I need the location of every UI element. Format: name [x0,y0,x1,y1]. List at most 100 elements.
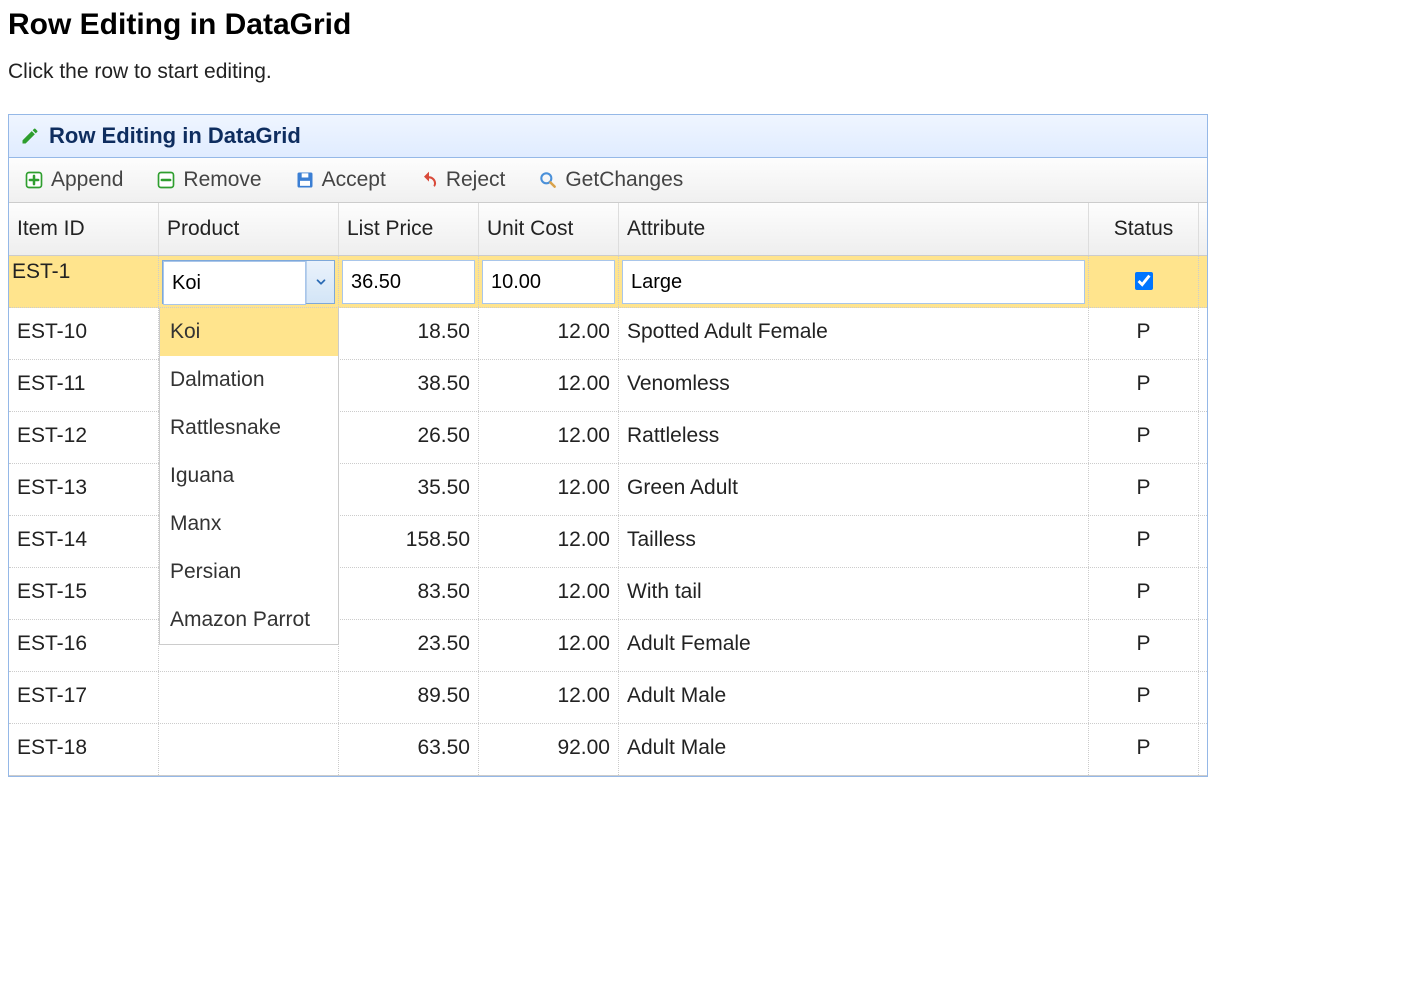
panel-title: Row Editing in DataGrid [49,123,301,149]
cell-attribute: Adult Male [619,724,1089,775]
cell-product-editor [159,256,339,307]
grid-row[interactable]: EST-18 63.50 92.00 Adult Male P [9,724,1207,776]
reject-button[interactable]: Reject [412,164,512,196]
cell-unitcost: 12.00 [479,516,619,567]
product-dropdown-panel: Koi Dalmation Rattlesnake Iguana Manx Pe… [159,308,339,645]
cell-status: P [1089,620,1199,671]
cell-itemid: EST-13 [9,464,159,515]
edit-icon [19,125,41,147]
dropdown-option[interactable]: Koi [160,308,338,356]
cell-unitcost: 92.00 [479,724,619,775]
page-instructions: Click the row to start editing. [8,60,1404,84]
cell-unitcost: 12.00 [479,568,619,619]
cell-unitcost-editor [479,256,619,307]
dropdown-option[interactable]: Persian [160,548,338,596]
cell-itemid: EST-10 [9,308,159,359]
toolbar: Append Remove Accept [9,158,1207,203]
cell-attribute: Adult Male [619,672,1089,723]
cell-product [159,672,339,723]
add-icon [23,169,45,191]
unitcost-input[interactable] [482,260,615,304]
cell-unitcost: 12.00 [479,672,619,723]
append-label: Append [51,168,123,192]
getchanges-label: GetChanges [565,168,683,192]
cell-listprice: 89.50 [339,672,479,723]
status-checkbox[interactable] [1135,272,1153,290]
cell-listprice: 18.50 [339,308,479,359]
cell-listprice: 63.50 [339,724,479,775]
cell-itemid: EST-12 [9,412,159,463]
cell-listprice: 26.50 [339,412,479,463]
col-header-product[interactable]: Product [159,203,339,255]
cell-attribute: Green Adult [619,464,1089,515]
cell-attribute: Venomless [619,360,1089,411]
cell-attribute: Rattleless [619,412,1089,463]
grid-row[interactable]: EST-17 89.50 12.00 Adult Male P [9,672,1207,724]
cell-itemid: EST-17 [9,672,159,723]
cell-listprice: 158.50 [339,516,479,567]
dropdown-option[interactable]: Manx [160,500,338,548]
cell-status-editor [1089,256,1199,307]
cell-listprice: 83.50 [339,568,479,619]
cell-unitcost: 12.00 [479,308,619,359]
dropdown-option[interactable]: Dalmation [160,356,338,404]
col-header-attribute[interactable]: Attribute [619,203,1089,255]
cell-itemid: EST-18 [9,724,159,775]
cell-status: P [1089,412,1199,463]
grid-body: EST-1 [9,256,1207,776]
cell-attribute: Spotted Adult Female [619,308,1089,359]
accept-label: Accept [322,168,386,192]
attribute-input[interactable] [622,260,1085,304]
cell-unitcost: 12.00 [479,464,619,515]
cell-listprice-editor [339,256,479,307]
cell-itemid: EST-11 [9,360,159,411]
cell-itemid: EST-1 [9,256,159,307]
cell-attribute: Adult Female [619,620,1089,671]
reject-label: Reject [446,168,506,192]
page-heading: Row Editing in DataGrid [8,8,1404,42]
col-header-itemid[interactable]: Item ID [9,203,159,255]
grid-header-row: Item ID Product List Price Unit Cost Att… [9,203,1207,256]
dropdown-option[interactable]: Rattlesnake [160,404,338,452]
accept-button[interactable]: Accept [288,164,392,196]
dropdown-option[interactable]: Iguana [160,452,338,500]
cell-unitcost: 12.00 [479,412,619,463]
cell-status: P [1089,724,1199,775]
cell-status: P [1089,360,1199,411]
append-button[interactable]: Append [17,164,129,196]
undo-icon [418,169,440,191]
remove-icon [155,169,177,191]
datagrid-panel: Row Editing in DataGrid Append Remove [8,114,1208,777]
chevron-down-icon[interactable] [306,261,334,303]
remove-label: Remove [183,168,261,192]
listprice-input[interactable] [342,260,475,304]
cell-status: P [1089,308,1199,359]
product-combobox-input[interactable] [163,261,306,305]
product-combobox[interactable] [162,260,335,304]
dropdown-option[interactable]: Amazon Parrot [160,596,338,644]
cell-attribute: With tail [619,568,1089,619]
cell-itemid: EST-16 [9,620,159,671]
cell-status: P [1089,464,1199,515]
remove-button[interactable]: Remove [149,164,267,196]
cell-attribute: Tailless [619,516,1089,567]
getchanges-button[interactable]: GetChanges [531,164,689,196]
search-icon [537,169,559,191]
cell-unitcost: 12.00 [479,360,619,411]
cell-attribute-editor [619,256,1089,307]
cell-status: P [1089,568,1199,619]
grid-row-editing[interactable]: EST-1 [9,256,1207,308]
cell-status: P [1089,516,1199,567]
panel-header: Row Editing in DataGrid [9,115,1207,158]
cell-listprice: 35.50 [339,464,479,515]
cell-status: P [1089,672,1199,723]
col-header-listprice[interactable]: List Price [339,203,479,255]
col-header-unitcost[interactable]: Unit Cost [479,203,619,255]
cell-listprice: 38.50 [339,360,479,411]
save-icon [294,169,316,191]
cell-product [159,724,339,775]
col-header-status[interactable]: Status [1089,203,1199,255]
cell-itemid: EST-14 [9,516,159,567]
cell-listprice: 23.50 [339,620,479,671]
cell-unitcost: 12.00 [479,620,619,671]
